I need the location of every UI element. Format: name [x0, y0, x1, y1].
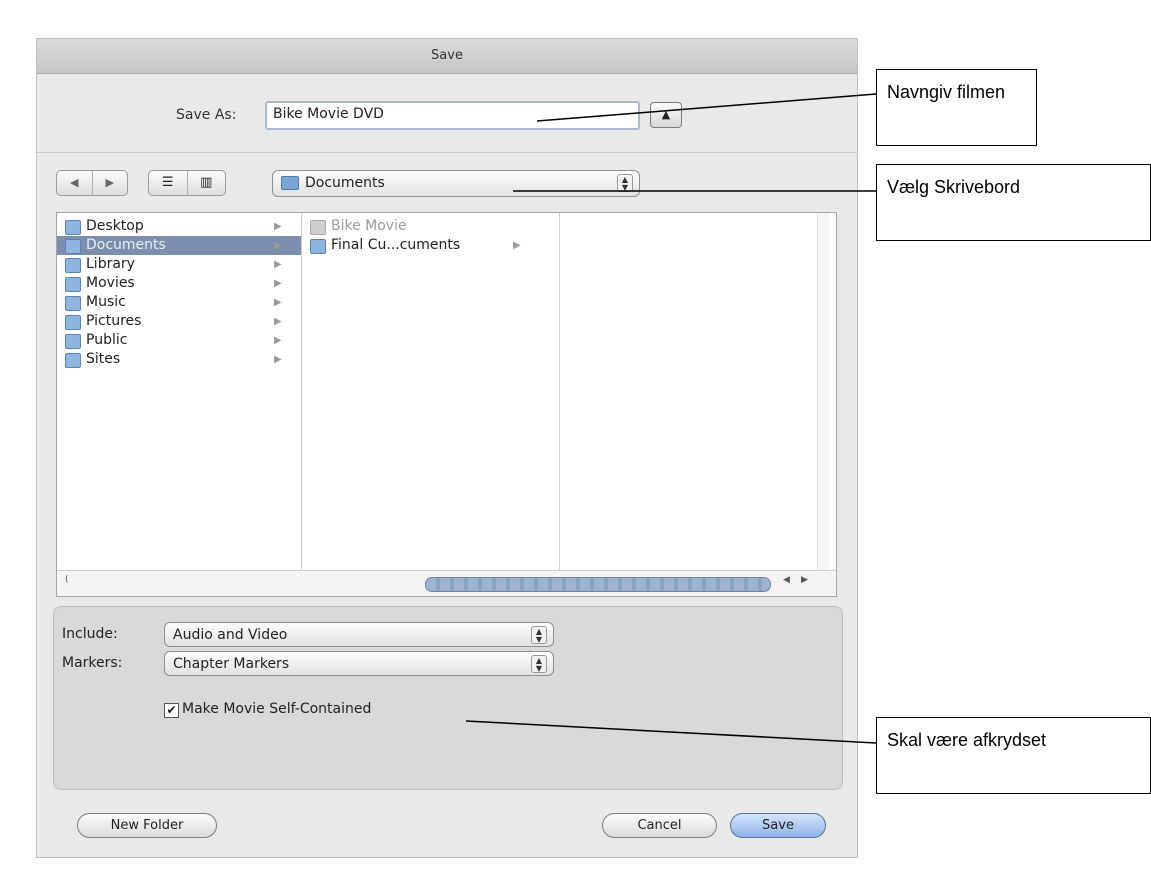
callout-line-name — [536, 93, 877, 122]
callout-name-movie: Navngiv filmen — [876, 69, 1037, 146]
callout-must-be-checked: Skal være afkrydset — [876, 717, 1151, 794]
callout-choose-desktop: Vælg Skrivebord — [876, 164, 1151, 241]
callout-line-checkbox — [465, 720, 877, 744]
